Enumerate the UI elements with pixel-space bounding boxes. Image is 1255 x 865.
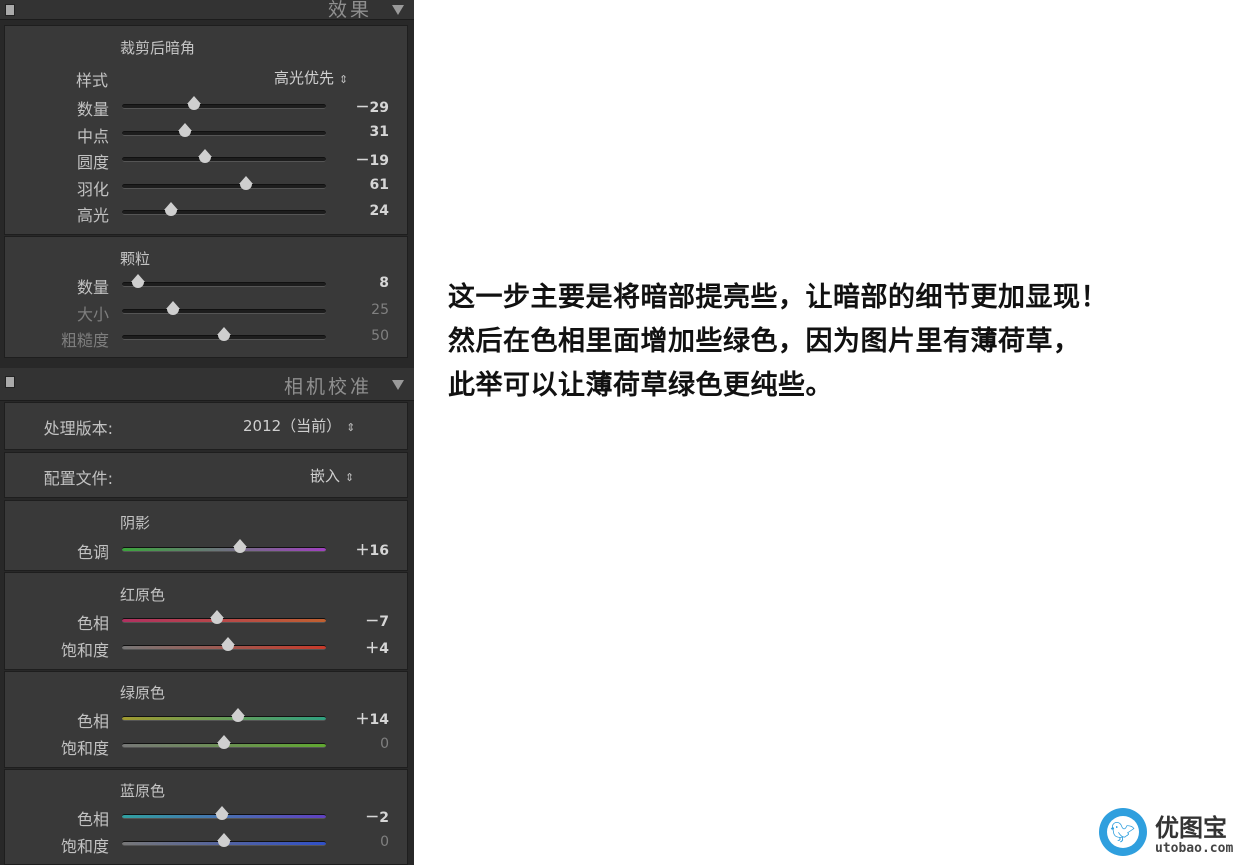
- vignette-style-select[interactable]: 高光优先 ⇕: [274, 67, 348, 88]
- slider-track[interactable]: [122, 708, 326, 722]
- slider-value[interactable]: ＋14: [329, 709, 389, 729]
- caption-line-2: 然后在色相里面增加些绿色，因为图片里有薄荷草，: [448, 326, 1081, 357]
- process-version-label: 处理版本:: [43, 419, 113, 438]
- slider-value[interactable]: 50: [329, 328, 389, 344]
- slider-label: 数量: [76, 278, 109, 297]
- slider-label: 高光: [76, 206, 109, 226]
- slider-value[interactable]: －2: [329, 807, 389, 827]
- slider-track[interactable]: [122, 833, 326, 847]
- slider-label: 羽化: [76, 179, 109, 199]
- effects-panel-title: 效果: [327, 0, 372, 21]
- bird-icon: 🐦︎: [1110, 820, 1136, 844]
- camera-calibration-title: 相机校准: [283, 376, 372, 398]
- slider-label: 饱和度: [60, 641, 109, 660]
- slider-value[interactable]: 31: [329, 124, 389, 140]
- slider-track[interactable]: [122, 539, 326, 553]
- blue-primary-title: 蓝原色: [120, 782, 166, 800]
- slider-label: 饱和度: [60, 837, 109, 856]
- slider-track[interactable]: [122, 327, 326, 342]
- collapse-triangle-icon[interactable]: [392, 5, 404, 15]
- slider-value[interactable]: 0: [329, 736, 389, 752]
- profile-label: 配置文件:: [43, 469, 113, 488]
- slider-label: 粗糙度: [60, 331, 109, 351]
- select-updown-icon: ⇕: [339, 73, 349, 86]
- tutorial-caption: 这一步主要是将暗部提亮些，让暗部的细节更加显现！ 然后在色相里面增加些绿色，因为…: [448, 284, 1248, 416]
- slider-track[interactable]: [122, 202, 326, 217]
- slider-label: 色相: [76, 810, 109, 829]
- profile-value: 嵌入: [310, 467, 341, 485]
- select-updown-icon: ⇕: [346, 421, 356, 434]
- process-version-select[interactable]: 2012（当前） ⇕: [243, 415, 355, 436]
- slider-track[interactable]: [122, 637, 326, 651]
- slider-value[interactable]: 0: [329, 834, 389, 850]
- slider-value[interactable]: －19: [329, 150, 389, 170]
- effects-panel-header[interactable]: 效果: [0, 0, 414, 21]
- slider-label: 数量: [76, 100, 109, 119]
- slider-track[interactable]: [122, 610, 326, 624]
- logo-name: 优图宝: [1155, 814, 1227, 842]
- caption-line-3: 此举可以让薄荷草绿色更纯些。: [448, 370, 833, 401]
- slider-label: 大小: [76, 304, 109, 324]
- select-updown-icon: ⇕: [345, 471, 355, 484]
- slider-track[interactable]: [122, 122, 326, 137]
- green-primary-title: 绿原色: [120, 684, 166, 702]
- slider-label: 圆度: [76, 153, 109, 173]
- vignette-style-label: 样式: [75, 71, 108, 90]
- slider-track[interactable]: [122, 96, 326, 110]
- vignette-title: 裁剪后暗角: [120, 39, 196, 57]
- slider-value[interactable]: 8: [329, 275, 389, 291]
- slider-label: 饱和度: [60, 739, 109, 758]
- panel-switch-icon[interactable]: [5, 4, 15, 16]
- slider-label: 色调: [76, 543, 109, 562]
- slider-label: 色相: [76, 614, 109, 633]
- slider-value[interactable]: ＋4: [329, 638, 389, 658]
- slider-value[interactable]: 61: [329, 177, 389, 193]
- logo-site: utobao.com: [1155, 841, 1234, 856]
- slider-track[interactable]: [122, 175, 326, 190]
- slider-value[interactable]: －7: [329, 611, 389, 631]
- grain-title: 颗粒: [120, 250, 151, 268]
- slider-value[interactable]: －29: [329, 97, 389, 117]
- profile-select[interactable]: 嵌入 ⇕: [310, 465, 354, 486]
- develop-panel: 效果 裁剪后暗角 样式 高光优先 ⇕ 颗粒 相机校准 处理版本: 2012（当前）…: [0, 0, 414, 865]
- slider-track[interactable]: [122, 300, 326, 315]
- camera-calibration-header[interactable]: 相机校准: [0, 368, 414, 401]
- slider-track[interactable]: [122, 149, 326, 164]
- slider-label: 色相: [76, 712, 109, 731]
- slider-value[interactable]: 25: [329, 302, 389, 318]
- slider-label: 中点: [76, 126, 109, 146]
- slider-track[interactable]: [122, 806, 326, 820]
- process-version-value: 2012（当前）: [243, 417, 342, 435]
- utobao-logo: 🐦︎ 优图宝 utobao.com: [1099, 808, 1249, 863]
- vignette-style-value: 高光优先: [274, 69, 335, 87]
- caption-line-1: 这一步主要是将暗部提亮些，让暗部的细节更加显现！: [448, 282, 1108, 313]
- slider-value[interactable]: 24: [329, 203, 389, 219]
- slider-track[interactable]: [122, 735, 326, 749]
- collapse-triangle-icon[interactable]: [392, 380, 404, 390]
- panel-switch-icon[interactable]: [5, 376, 15, 388]
- slider-track[interactable]: [122, 274, 326, 288]
- shadows-title: 阴影: [120, 514, 151, 532]
- red-primary-title: 红原色: [120, 586, 166, 604]
- slider-value[interactable]: ＋16: [329, 540, 389, 560]
